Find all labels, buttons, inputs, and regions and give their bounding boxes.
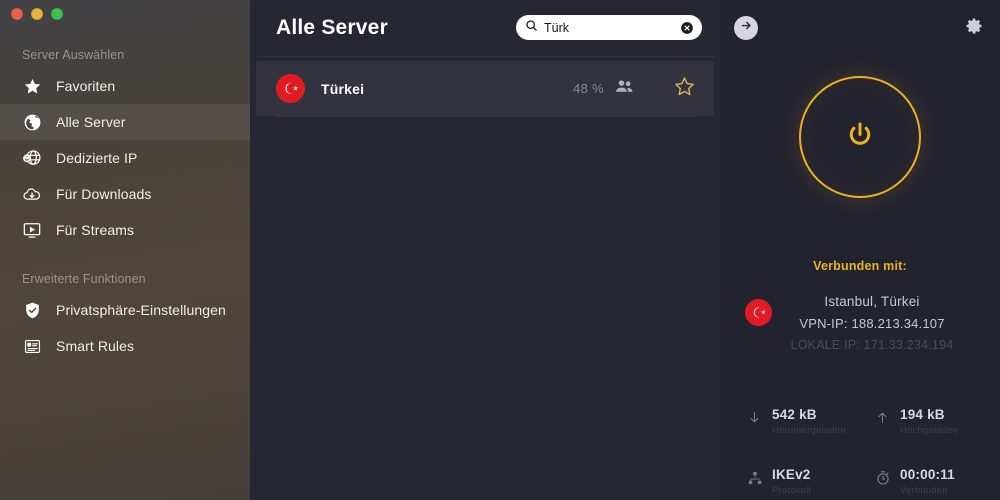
sidebar-item-alle-server[interactable]: Alle Server xyxy=(0,104,250,140)
close-button[interactable] xyxy=(11,8,23,20)
sidebar-item-label: Für Downloads xyxy=(56,186,152,202)
gear-icon xyxy=(964,16,984,41)
search-icon xyxy=(525,19,538,37)
search-box[interactable] xyxy=(516,15,702,40)
sidebar-item-favoriten[interactable]: Favoriten xyxy=(0,68,250,104)
app-window: Server Auswählen Favoriten Alle Server D… xyxy=(0,0,1000,500)
sidebar-item-label: Für Streams xyxy=(56,222,135,238)
stat-uploaded: 194 kB Hochgeladen xyxy=(860,407,1000,436)
main-content: Alle Server Türk Türkei 48 % xyxy=(250,0,720,500)
favorite-star-icon[interactable] xyxy=(673,75,696,103)
stat-downloaded: 542 kB Heruntergeladen xyxy=(720,407,860,436)
stat-label: Hochgeladen xyxy=(900,425,959,436)
connection-stats: 542 kB Heruntergeladen 194 kB Hochgelade… xyxy=(720,407,1000,496)
globe-icon xyxy=(22,112,42,132)
turkey-flag-icon xyxy=(276,74,305,103)
users-icon xyxy=(615,79,634,99)
server-load-percent: 48 % xyxy=(573,81,604,96)
connected-flag-icon xyxy=(745,299,772,326)
stat-value: 542 kB xyxy=(772,407,817,422)
sidebar-item-fuer-streams[interactable]: Für Streams xyxy=(0,212,250,248)
stat-protocol: IKEv2 Protokoll xyxy=(720,467,860,496)
cloud-download-icon xyxy=(22,184,42,204)
sidebar: Server Auswählen Favoriten Alle Server D… xyxy=(0,0,250,500)
table-row[interactable]: Türkei 48 % xyxy=(256,61,714,117)
search-input[interactable] xyxy=(544,20,674,35)
globe-lock-icon xyxy=(22,148,42,168)
sidebar-section-server-label: Server Auswählen xyxy=(22,48,125,62)
sidebar-item-label: Favoriten xyxy=(56,78,116,94)
sidebar-item-label: Privatsphäre-Einstellungen xyxy=(56,302,226,318)
header-divider xyxy=(256,56,714,57)
sidebar-item-label: Alle Server xyxy=(56,114,126,130)
arrow-up-icon xyxy=(874,409,891,426)
power-button[interactable] xyxy=(799,76,921,198)
sidebar-section-advanced-label: Erweiterte Funktionen xyxy=(22,272,146,286)
vpn-ip-value: VPN-IP: 188.213.34.107 xyxy=(799,316,945,331)
star-icon xyxy=(22,76,42,96)
arrow-down-icon xyxy=(746,409,763,426)
sidebar-item-fuer-downloads[interactable]: Für Downloads xyxy=(0,176,250,212)
stat-label: Protokoll xyxy=(772,485,811,496)
clear-circle-icon[interactable] xyxy=(680,21,694,35)
stat-value: 194 kB xyxy=(900,407,945,422)
window-traffic-lights xyxy=(11,8,63,20)
connection-panel: Verbunden mit: Istanbul, Türkei VPN-IP: … xyxy=(720,0,1000,500)
stat-label: Verbunden xyxy=(900,485,948,496)
server-country-name: Türkei xyxy=(321,80,365,97)
connection-details: Istanbul, Türkei VPN-IP: 188.213.34.107 … xyxy=(720,294,1000,352)
arrow-right-circle-icon xyxy=(739,18,754,38)
connected-location: Istanbul, Türkei xyxy=(824,294,920,309)
settings-button[interactable] xyxy=(961,15,987,41)
server-row-meta: 48 % xyxy=(573,75,696,103)
minimize-button[interactable] xyxy=(31,8,43,20)
sidebar-item-privatsphaere-einstellungen[interactable]: Privatsphäre-Einstellungen xyxy=(0,292,250,328)
stats-row: 542 kB Heruntergeladen 194 kB Hochgelade… xyxy=(720,407,1000,436)
sidebar-item-label: Smart Rules xyxy=(56,338,135,354)
main-header: Alle Server xyxy=(250,0,720,56)
stat-value: 00:00:11 xyxy=(900,467,955,482)
rules-list-icon xyxy=(22,336,42,356)
shield-check-icon xyxy=(22,300,42,320)
sidebar-item-label: Dedizierte IP xyxy=(56,150,138,166)
row-divider xyxy=(276,116,694,117)
stat-duration: 00:00:11 Verbunden xyxy=(860,467,1000,496)
page-title: Alle Server xyxy=(276,16,388,39)
stats-row: IKEv2 Protokoll 00:00:11 Verbunden xyxy=(720,467,1000,496)
maximize-button[interactable] xyxy=(51,8,63,20)
local-ip-value: LOKALE IP: 171.33.234.194 xyxy=(790,338,954,352)
sidebar-item-dedizierte-ip[interactable]: Dedizierte IP xyxy=(0,140,250,176)
back-button[interactable] xyxy=(734,16,758,40)
stat-value: IKEv2 xyxy=(772,467,811,482)
sidebar-item-smart-rules[interactable]: Smart Rules xyxy=(0,328,250,364)
stopwatch-icon xyxy=(874,469,891,486)
stat-label: Heruntergeladen xyxy=(772,425,846,436)
connected-title: Verbunden mit: xyxy=(813,259,907,273)
power-button-wrap xyxy=(720,76,1000,198)
monitor-play-icon xyxy=(22,220,42,240)
power-icon xyxy=(845,120,875,155)
network-icon xyxy=(746,469,763,486)
